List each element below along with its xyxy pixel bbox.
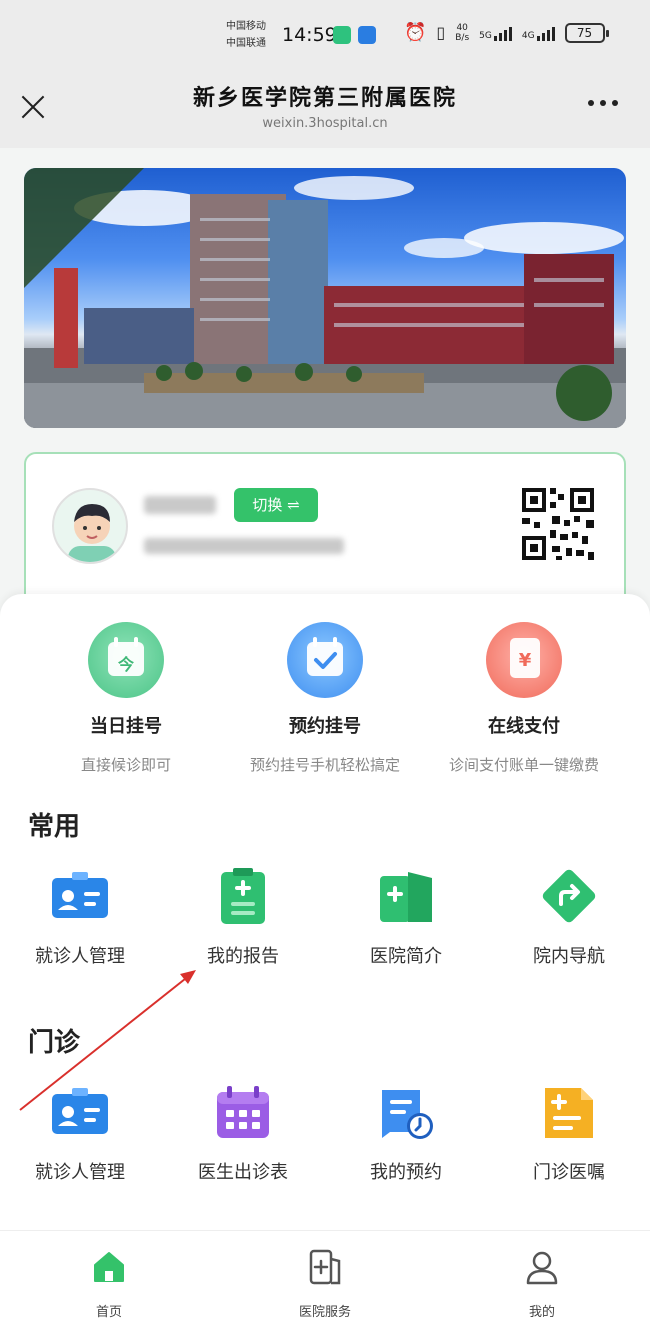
appointment-icon [376, 1082, 436, 1142]
quick-action-label: 当日挂号 [90, 716, 162, 737]
services-panel: 今 当日挂号 直接候诊即可 预约挂号 预约挂号手机轻松搞定 ¥ 在线支付 诊间支… [0, 594, 650, 1230]
app-notification-icon [333, 26, 351, 44]
grid-item-label: 院内导航 [533, 946, 605, 967]
net-speed: 40 B/s [455, 22, 470, 43]
grid-item-label: 就诊人管理 [35, 1162, 125, 1183]
tab-label: 首页 [95, 1305, 122, 1320]
schedule-calendar-icon [213, 1082, 273, 1142]
common-navigation[interactable]: 院内导航 [489, 866, 649, 968]
section-title-outpatient: 门诊 [28, 1028, 81, 1058]
switch-patient-button[interactable]: 切换 ⇌ [234, 488, 318, 522]
status-icons: ⏰ ▯ 40 B/s 5G 4G 75 [404, 22, 609, 43]
tab-hospital-service[interactable]: 医院服务 [265, 1247, 385, 1320]
outpatient-patient-management[interactable]: 就诊人管理 [0, 1082, 160, 1184]
tab-label: 我的 [528, 1305, 555, 1320]
signal-4g-icon: 4G [522, 25, 555, 41]
common-my-report[interactable]: 我的报告 [163, 866, 323, 968]
bottom-tab-bar: 首页 医院服务 我的 [0, 1230, 650, 1340]
quick-action-label: 预约挂号 [289, 716, 361, 737]
id-card-icon [50, 866, 110, 926]
quick-action-desc: 预约挂号手机轻松搞定 [249, 756, 400, 774]
calendar-today-icon: 今 [88, 622, 164, 698]
appointment-registration[interactable]: 预约挂号 预约挂号手机轻松搞定 [225, 622, 425, 775]
common-hospital-intro[interactable]: 医院简介 [326, 866, 486, 968]
more-options-icon[interactable] [588, 100, 618, 106]
tab-mine[interactable]: 我的 [482, 1247, 602, 1320]
page-title: 新乡医学院第三附属医院 [192, 85, 457, 111]
online-payment[interactable]: ¥ 在线支付 诊间支付账单一键缴费 [424, 622, 624, 775]
title-bar: 新乡医学院第三附属医院 weixin.3hospital.cn [0, 70, 650, 148]
outpatient-medical-order[interactable]: 门诊医嘱 [489, 1082, 649, 1184]
patient-name-redacted [144, 496, 216, 514]
page-domain: weixin.3hospital.cn [262, 116, 388, 131]
quick-action-label: 在线支付 [488, 716, 560, 737]
hospital-intro-icon [376, 866, 436, 926]
tab-label: 医院服务 [298, 1305, 351, 1320]
alarm-icon: ⏰ [404, 22, 427, 43]
avatar [52, 488, 128, 564]
tab-home[interactable]: 首页 [49, 1247, 169, 1320]
svg-text:今: 今 [117, 655, 134, 674]
clipboard-report-icon [213, 866, 273, 926]
id-card-icon [50, 1082, 110, 1142]
grid-item-label: 我的报告 [207, 946, 279, 967]
section-title-common: 常用 [28, 812, 81, 842]
same-day-registration[interactable]: 今 当日挂号 直接候诊即可 [26, 622, 226, 775]
grid-item-label: 门诊医嘱 [533, 1162, 605, 1183]
svg-text:¥: ¥ [519, 650, 532, 671]
grid-item-label: 我的预约 [370, 1162, 442, 1183]
outpatient-my-appointment[interactable]: 我的预约 [326, 1082, 486, 1184]
calendar-check-icon [287, 622, 363, 698]
carrier-names: 中国移动 中国联通 [226, 18, 266, 52]
carrier-1: 中国移动 [226, 21, 266, 32]
qr-code-icon[interactable] [504, 470, 612, 578]
hospital-service-icon [305, 1247, 345, 1287]
quick-action-desc: 直接候诊即可 [80, 756, 171, 774]
grid-item-label: 医院简介 [370, 946, 442, 967]
common-patient-management[interactable]: 就诊人管理 [0, 866, 160, 968]
status-bar: 中国移动 中国联通 14:59 ⏰ ▯ 40 B/s 5G 4G 75 [0, 0, 650, 70]
battery-icon: 75 [564, 22, 609, 43]
outpatient-doctor-schedule[interactable]: 医生出诊表 [163, 1082, 323, 1184]
medical-order-icon [539, 1082, 599, 1142]
hospital-building-illustration [24, 168, 626, 428]
grid-item-label: 就诊人管理 [35, 946, 125, 967]
signal-5g-icon: 5G [479, 25, 512, 41]
status-time: 14:59 [282, 24, 337, 46]
payment-yen-icon: ¥ [486, 622, 562, 698]
patient-card-number-redacted [144, 538, 344, 554]
navigation-arrow-icon [539, 866, 599, 926]
quick-action-desc: 诊间支付账单一键缴费 [448, 756, 599, 774]
grid-item-label: 医生出诊表 [198, 1162, 288, 1183]
app-notification-icon [358, 26, 376, 44]
vibrate-icon: ▯ [436, 23, 446, 42]
home-icon [89, 1247, 129, 1287]
carrier-2: 中国联通 [226, 38, 266, 49]
hospital-banner-image[interactable] [24, 168, 626, 428]
user-icon [522, 1247, 562, 1287]
